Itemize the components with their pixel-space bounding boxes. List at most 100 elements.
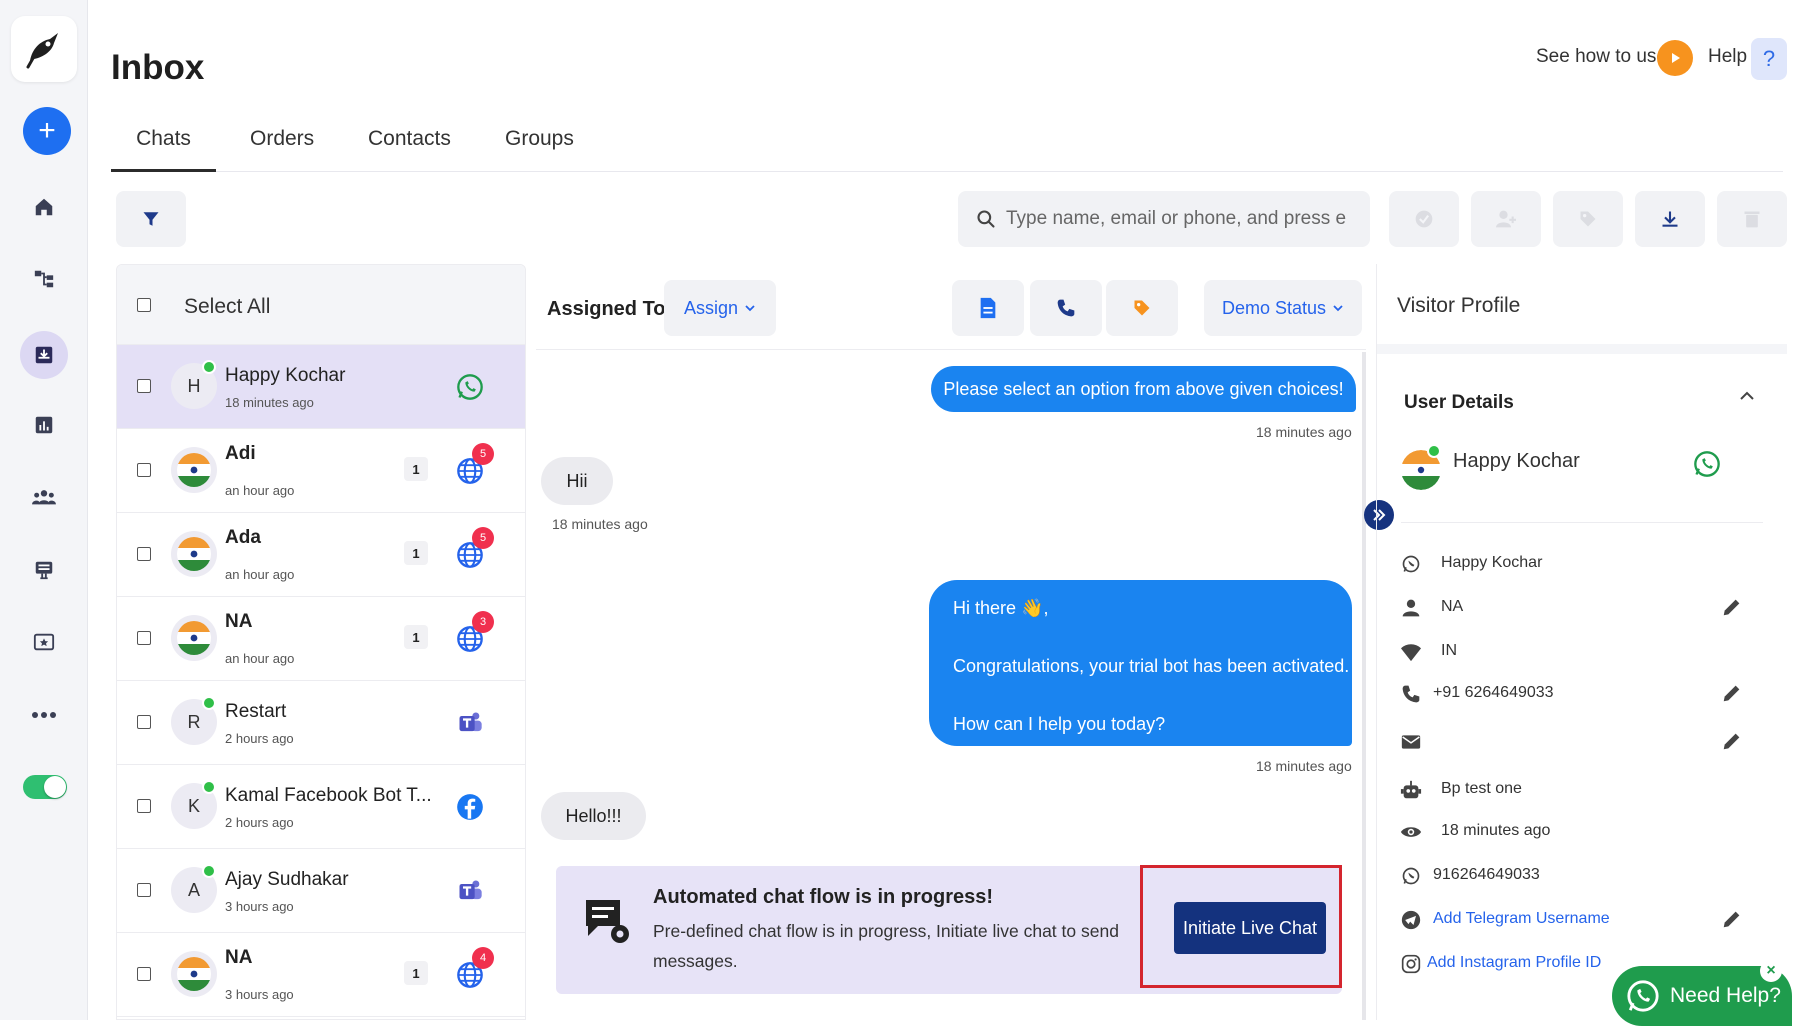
unread-count: 1 [404, 457, 428, 481]
online-status-dot [202, 696, 216, 710]
user-details-heading: User Details [1404, 392, 1514, 413]
ticket-star-icon [33, 633, 55, 651]
visitor-profile-panel: Visitor Profile User Details Happy Kocha… [1376, 264, 1787, 1020]
notification-badge: 4 [472, 947, 494, 969]
india-flag-avatar [171, 531, 217, 577]
nav-more[interactable] [24, 695, 64, 735]
chat-list-row[interactable]: H Happy Kochar 18 minutes ago [117, 345, 525, 429]
divider [1377, 344, 1787, 354]
chat-list-row[interactable]: NA an hour ago 1 3 [117, 597, 525, 681]
row-checkbox[interactable] [137, 547, 151, 561]
nav-inbox[interactable] [20, 331, 68, 379]
row-checkbox[interactable] [137, 967, 151, 981]
edit-pencil-icon[interactable] [1721, 682, 1743, 704]
tag-button[interactable] [1553, 191, 1623, 247]
tab-orders[interactable]: Orders [250, 126, 314, 172]
search-input[interactable] [1006, 208, 1346, 230]
select-all-label: Select All [184, 295, 271, 318]
assign-agent-button[interactable] [1471, 191, 1541, 247]
contact-name: Ajay Sudhakar [225, 869, 349, 890]
row-checkbox[interactable] [137, 883, 151, 897]
close-help-button[interactable]: × [1760, 960, 1782, 982]
contact-name: Happy Kochar [225, 365, 346, 386]
row-checkbox[interactable] [137, 463, 151, 477]
availability-toggle[interactable] [23, 775, 67, 799]
message-text: Hii [566, 470, 588, 491]
profile-name: Happy Kochar [1453, 450, 1580, 472]
detail-whatsapp-number: 916264649033 [1399, 862, 1779, 890]
create-new-button[interactable]: + [23, 107, 71, 155]
analytics-icon [35, 416, 53, 434]
nav-home[interactable] [24, 187, 64, 227]
nav-broadcast[interactable] [24, 550, 64, 590]
initiate-live-chat-button[interactable]: Initiate Live Chat [1174, 902, 1326, 954]
message-timestamp: 18 minutes ago [552, 516, 648, 532]
tab-chats[interactable]: Chats [111, 126, 216, 172]
filter-button[interactable] [116, 191, 186, 247]
edit-pencil-icon[interactable] [1721, 730, 1743, 752]
tag-orange-icon [1134, 300, 1150, 316]
chat-list-row[interactable]: Adi an hour ago 1 5 [117, 429, 525, 513]
download-icon [1662, 211, 1678, 227]
detail-text: IN [1441, 642, 1457, 659]
search-icon [977, 210, 995, 228]
mark-resolved-button[interactable] [1389, 191, 1459, 247]
last-activity-time: an hour ago [225, 651, 295, 666]
download-button[interactable] [1635, 191, 1705, 247]
chat-list-row[interactable]: Ada an hour ago 1 5 [117, 513, 525, 597]
nav-flows[interactable] [24, 259, 64, 299]
demo-status-dropdown[interactable]: Demo Status [1204, 280, 1362, 336]
chat-list-row[interactable]: K Kamal Facebook Bot T... 2 hours ago [117, 765, 525, 849]
row-checkbox[interactable] [137, 799, 151, 813]
unread-count: 1 [404, 961, 428, 985]
monitor-icon [35, 561, 53, 580]
add-instagram-link[interactable]: Add Instagram Profile ID [1427, 954, 1601, 972]
contact-name: NA [225, 611, 253, 632]
team-icon [32, 490, 56, 505]
tab-groups[interactable]: Groups [505, 126, 574, 172]
assign-dropdown[interactable]: Assign [664, 280, 776, 336]
message-timestamp: 18 minutes ago [1256, 758, 1352, 774]
notification-badge: 5 [472, 527, 494, 549]
conversation-scrollbar[interactable] [1362, 352, 1366, 1020]
detail-email [1399, 728, 1779, 756]
unread-count: 1 [404, 625, 428, 649]
delete-button[interactable] [1717, 191, 1787, 247]
edit-pencil-icon[interactable] [1721, 908, 1743, 930]
tutorial-play-button[interactable] [1657, 40, 1693, 76]
help-label[interactable]: Help [1708, 46, 1747, 68]
chat-list-row[interactable]: R Restart 2 hours ago [117, 681, 525, 765]
divider [1401, 522, 1763, 523]
left-nav-rail: + [0, 0, 88, 1020]
message-text: Please select an option from above given… [943, 378, 1344, 399]
select-all-row: Select All [117, 265, 525, 345]
nav-team[interactable] [24, 477, 64, 517]
nav-tickets[interactable] [24, 622, 64, 662]
help-button[interactable]: ? [1751, 38, 1787, 80]
notes-button[interactable] [952, 280, 1024, 336]
chat-list-row[interactable]: A Ajay Sudhakar 3 hours ago [117, 849, 525, 933]
detail-text: 18 minutes ago [1441, 822, 1551, 839]
chevron-up-icon[interactable] [1737, 386, 1757, 406]
unread-count: 1 [404, 541, 428, 565]
chat-list-row[interactable]: NA 3 hours ago 1 4 [117, 933, 525, 1017]
see-how-to-use-link[interactable]: See how to use [1536, 46, 1667, 68]
teams-icon [456, 877, 484, 905]
call-button[interactable] [1030, 280, 1102, 336]
select-all-checkbox[interactable] [137, 298, 151, 312]
plus-icon: + [38, 114, 56, 147]
app-logo[interactable] [11, 16, 77, 82]
row-checkbox[interactable] [137, 631, 151, 645]
search-box[interactable] [958, 191, 1370, 247]
add-telegram-link[interactable]: Add Telegram Username [1433, 910, 1610, 928]
india-flag-avatar [171, 951, 217, 997]
edit-pencil-icon[interactable] [1721, 596, 1743, 618]
row-checkbox[interactable] [137, 379, 151, 393]
robot-icon [1400, 780, 1422, 799]
nav-analytics[interactable] [24, 405, 64, 445]
label-button[interactable] [1106, 280, 1178, 336]
row-checkbox[interactable] [137, 715, 151, 729]
play-icon [1672, 53, 1680, 63]
tab-contacts[interactable]: Contacts [368, 126, 451, 172]
detail-whatsapp-name: Happy Kochar [1399, 550, 1779, 578]
